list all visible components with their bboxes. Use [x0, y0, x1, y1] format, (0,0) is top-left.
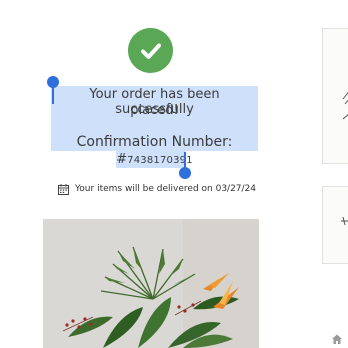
selection-handle-knob[interactable]: [179, 167, 191, 179]
delivery-info: Your items will be delivered on 03/27/24: [58, 182, 256, 196]
confirmation-number: #7438170391: [51, 152, 258, 167]
order-confirmation-page: Your order has been successfully placed!…: [0, 0, 348, 348]
calendar-icon: [58, 183, 69, 195]
success-message-line: placed!: [130, 103, 179, 118]
confirmation-number-hash: #: [116, 152, 128, 167]
home-icon[interactable]: [331, 330, 343, 344]
text-selection-highlight: [51, 119, 258, 133]
side-card: [322, 28, 348, 164]
confirmation-number-value: 7438170391: [127, 155, 193, 166]
selection-end-handle[interactable]: [179, 152, 191, 180]
delivery-date-text: Your items will be delivered on 03/27/24: [75, 184, 257, 194]
side-card: [322, 186, 348, 264]
product-image: [43, 219, 259, 348]
confirmation-number-label: Confirmation Number:: [76, 134, 233, 150]
selection-handle-bar: [52, 86, 54, 104]
checkmark-circle-icon: [128, 28, 173, 73]
selection-start-handle[interactable]: [47, 76, 59, 104]
